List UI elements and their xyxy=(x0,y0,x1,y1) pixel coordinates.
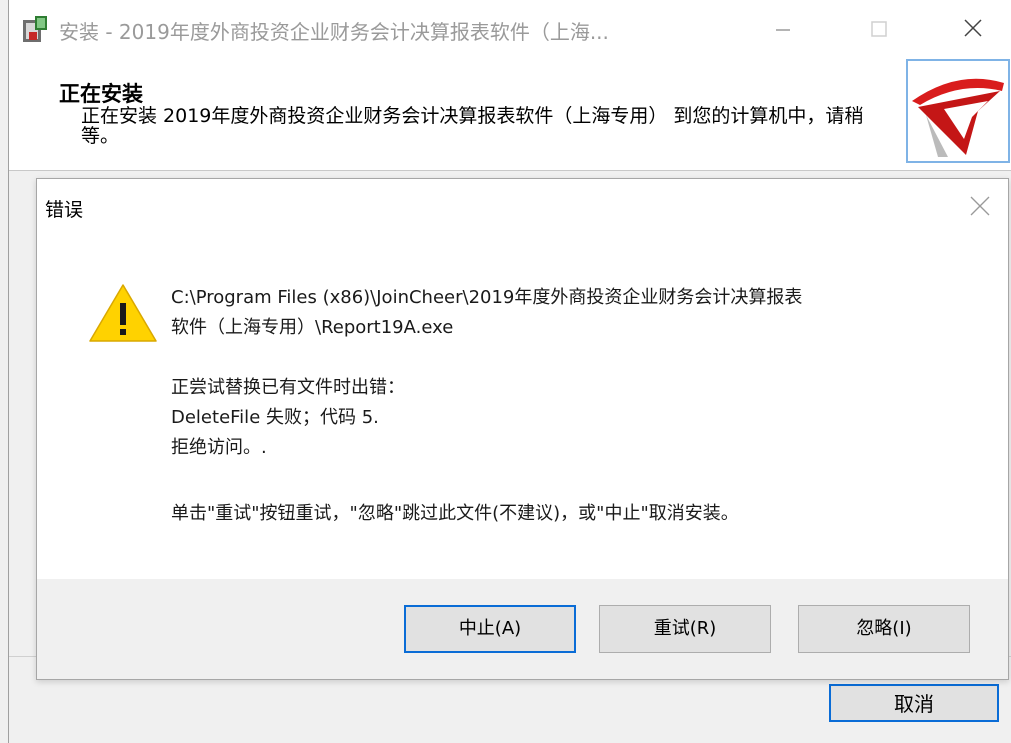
error-details: 正尝试替换已有文件时出错： DeleteFile 失败；代码 5. 拒绝访问。. xyxy=(171,373,405,463)
error-detail-line3: 拒绝访问。. xyxy=(171,437,267,458)
dialog-button-bar: 中止(A) 重试(R) 忽略(I) xyxy=(37,579,1008,679)
error-dialog: 错误 C:\Program Files (x86)\JoinCheer\2019… xyxy=(36,178,1009,680)
error-detail-line2: DeleteFile 失败；代码 5. xyxy=(171,407,379,428)
error-file-path: C:\Program Files (x86)\JoinCheer\2019年度外… xyxy=(171,283,802,343)
installer-description: 正在安装 2019年度外商投资企业财务会计决算报表软件（上海专用） 到您的计算机… xyxy=(81,105,864,147)
dialog-close-icon[interactable] xyxy=(967,193,993,219)
error-detail-line1: 正尝试替换已有文件时出错： xyxy=(171,377,405,398)
installer-app-icon xyxy=(23,16,47,42)
minimize-button[interactable] xyxy=(763,12,803,44)
joincheer-logo-icon xyxy=(912,78,1004,157)
installer-cancel-button[interactable]: 取消 xyxy=(829,684,999,722)
retry-button[interactable]: 重试(R) xyxy=(599,605,771,653)
installer-window-title: 安装 - 2019年度外商投资企业财务会计决算报表软件（上海... xyxy=(59,20,609,44)
error-hint: 单击"重试"按钮重试，"忽略"跳过此文件(不建议)，或"中止"取消安装。 xyxy=(171,503,739,524)
installer-titlebar: 安装 - 2019年度外商投资企业财务会计决算报表软件（上海... xyxy=(9,0,1011,56)
close-window-button[interactable] xyxy=(953,12,993,44)
screen: 安装 - 2019年度外商投资企业财务会计决算报表软件（上海... 正在安装 正… xyxy=(0,0,1011,743)
joincheer-logo xyxy=(906,59,1010,163)
error-dialog-title: 错误 xyxy=(45,199,84,221)
installer-header: 正在安装 正在安装 2019年度外商投资企业财务会计决算报表软件（上海专用） 到… xyxy=(9,56,1011,171)
abort-button[interactable]: 中止(A) xyxy=(404,605,576,653)
ignore-button[interactable]: 忽略(I) xyxy=(798,605,970,653)
installer-heading: 正在安装 xyxy=(59,82,143,106)
warning-icon xyxy=(89,284,157,342)
maximize-button[interactable] xyxy=(859,12,899,44)
error-file-path-line1: C:\Program Files (x86)\JoinCheer\2019年度外… xyxy=(171,287,803,308)
error-file-path-line2: 软件（上海专用）\Report19A.exe xyxy=(171,317,454,338)
